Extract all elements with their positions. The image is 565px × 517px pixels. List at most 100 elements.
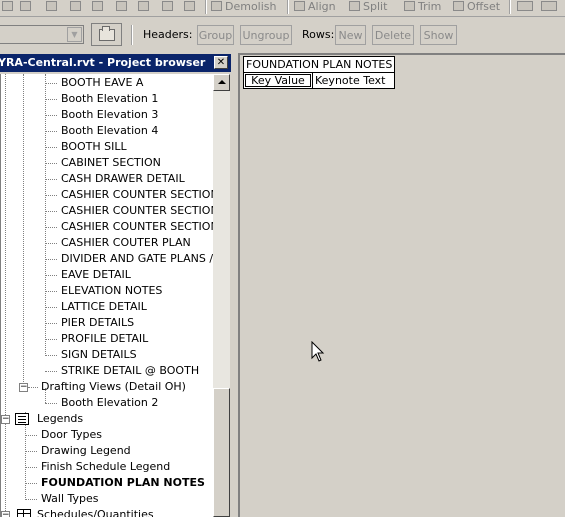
tree-connector (45, 323, 57, 324)
tree-line (23, 74, 24, 388)
group-tool-button[interactable] (517, 0, 533, 14)
tree-connector (45, 83, 57, 84)
toolbar-separator (287, 0, 289, 14)
tree-item-cashier-counter-section-3[interactable]: CASHIER COUNTER SECTION (61, 219, 214, 235)
trim-button[interactable]: Trim (404, 0, 441, 14)
rows-label: Rows: (302, 28, 335, 41)
tree-item-foundation-plan-notes[interactable]: FOUNDATION PLAN NOTES (41, 475, 205, 491)
tree-item-cashier-counter-section-1[interactable]: CASHIER COUNTER SECTION (61, 187, 214, 203)
tree-item-cashier-counter-section-2[interactable]: CASHIER COUNTER SECTION (61, 203, 214, 219)
legend-icon (15, 413, 29, 425)
schedule-toolbar: ▼ Headers: Group Ungroup Rows: New Delet… (0, 17, 565, 52)
toolbar-separator (131, 25, 133, 45)
delete-row-button[interactable]: Delete (372, 25, 414, 45)
schedule-table: FOUNDATION PLAN NOTES Key Value Keynote … (243, 56, 396, 89)
tree-connector (45, 211, 57, 212)
align-icon (294, 1, 305, 11)
ungroup-tool-button[interactable] (541, 0, 557, 14)
tree-connector (25, 435, 37, 436)
tree-item-booth-elevation-1[interactable]: Booth Elevation 1 (61, 91, 158, 107)
scroll-up-icon[interactable] (213, 74, 230, 91)
split-icon (349, 1, 360, 11)
tool-icon-1[interactable] (2, 0, 13, 14)
tree-item-pier-details[interactable]: PIER DETAILS (61, 315, 134, 331)
tree-item-wall-types[interactable]: Wall Types (41, 491, 99, 507)
group-button[interactable]: Group (197, 25, 234, 45)
tree-item-lattice-detail[interactable]: LATTICE DETAIL (61, 299, 147, 315)
collapse-toggle[interactable]: − (1, 415, 10, 424)
schedule-view[interactable]: FOUNDATION PLAN NOTES Key Value Keynote … (238, 53, 565, 517)
type-selector-combo[interactable]: ▼ (0, 25, 84, 44)
tree-item-profile-detail[interactable]: PROFILE DETAIL (61, 331, 148, 347)
tree-item-strike-detail[interactable]: STRIKE DETAIL @ BOOTH (61, 363, 199, 379)
schedule-title[interactable]: FOUNDATION PLAN NOTES (244, 57, 395, 73)
align-button[interactable]: Align (294, 0, 336, 14)
project-browser-title-text: YRA-Central.rvt - Project browser (0, 56, 206, 69)
tree-item-cashier-couter-plan[interactable]: CASHIER COUTER PLAN (61, 235, 191, 251)
array-icon[interactable] (162, 0, 173, 14)
properties-button[interactable] (91, 23, 122, 46)
ungroup-button[interactable]: Ungroup (240, 25, 292, 45)
tree-connector (45, 339, 57, 340)
pencil-icon[interactable] (46, 0, 57, 14)
tree-item-booth-elevation-4[interactable]: Booth Elevation 4 (61, 123, 158, 139)
new-row-button[interactable]: New (335, 25, 366, 45)
collapse-toggle[interactable]: − (19, 383, 28, 392)
mirror-icon[interactable] (116, 0, 127, 14)
tree-connector (45, 371, 57, 372)
tree-connector (45, 355, 57, 356)
tree-line (45, 74, 46, 356)
tree-item-cabinet-section[interactable]: CABINET SECTION (61, 155, 161, 171)
project-browser-title: YRA-Central.rvt - Project browser (0, 54, 231, 72)
column-header-key-value[interactable]: Key Value (245, 74, 311, 87)
tree-item-booth-elevation-2[interactable]: Booth Elevation 2 (61, 395, 158, 411)
scrollbar-thumb[interactable] (213, 388, 230, 517)
rotate-icon[interactable] (138, 0, 149, 14)
tree-connector (45, 259, 57, 260)
project-browser-scrollbar[interactable] (213, 74, 230, 517)
tree-connector (25, 467, 37, 468)
copy-icon[interactable] (70, 0, 81, 14)
schedule-icon (17, 509, 31, 517)
demolish-label: Demolish (225, 0, 277, 13)
tree-connector (45, 131, 57, 132)
paste-icon[interactable] (92, 0, 103, 14)
tree-connector (45, 307, 57, 308)
trim-label: Trim (418, 0, 442, 13)
tree-item-booth-sill[interactable]: BOOTH SILL (61, 139, 127, 155)
demolish-button[interactable]: Demolish (211, 0, 277, 14)
toolbar-separator (509, 0, 511, 14)
resize-icon[interactable] (184, 0, 195, 14)
tree-item-eave-detail[interactable]: EAVE DETAIL (61, 267, 131, 283)
mouse-cursor-icon (311, 341, 325, 362)
tree-item-cash-drawer-detail[interactable]: CASH DRAWER DETAIL (61, 171, 185, 187)
tree-item-schedules-quantities[interactable]: Schedules/Quantities (37, 507, 154, 517)
tree-item-booth-elevation-3[interactable]: Booth Elevation 3 (61, 107, 158, 123)
expand-toggle[interactable]: − (1, 511, 10, 517)
offset-icon (453, 1, 464, 11)
align-label: Align (308, 0, 336, 13)
tree-item-booth-eave-a[interactable]: BOOTH EAVE A (61, 75, 143, 91)
tree-item-drawing-legend[interactable]: Drawing Legend (41, 443, 131, 459)
split-button[interactable]: Split (349, 0, 387, 14)
tree-connector (25, 451, 37, 452)
tree-item-sign-details[interactable]: SIGN DETAILS (61, 347, 137, 363)
schedule-header-row: Key Value Keynote Text (244, 73, 394, 88)
show-row-button[interactable]: Show (420, 25, 457, 45)
toolbar-separator (205, 0, 207, 14)
tree-item-drafting-views[interactable]: Drafting Views (Detail OH) (41, 379, 186, 395)
tree-connector (45, 195, 57, 196)
chevron-down-icon[interactable]: ▼ (67, 27, 82, 42)
tree-item-legends[interactable]: Legends (37, 411, 83, 427)
wall-icon[interactable] (20, 0, 31, 14)
tree-connector (45, 243, 57, 244)
column-header-keynote-text[interactable]: Keynote Text (312, 73, 385, 88)
trim-icon (404, 1, 415, 11)
tree-item-divider-and-gate-plans[interactable]: DIVIDER AND GATE PLANS / ELEVATIONS (61, 251, 214, 267)
offset-button[interactable]: Offset (453, 0, 500, 14)
close-icon[interactable]: ✕ (214, 56, 228, 69)
tree-connector (45, 403, 57, 404)
tree-item-elevation-notes[interactable]: ELEVATION NOTES (61, 283, 162, 299)
tree-item-door-types[interactable]: Door Types (41, 427, 102, 443)
tree-item-finish-schedule-legend[interactable]: Finish Schedule Legend (41, 459, 170, 475)
